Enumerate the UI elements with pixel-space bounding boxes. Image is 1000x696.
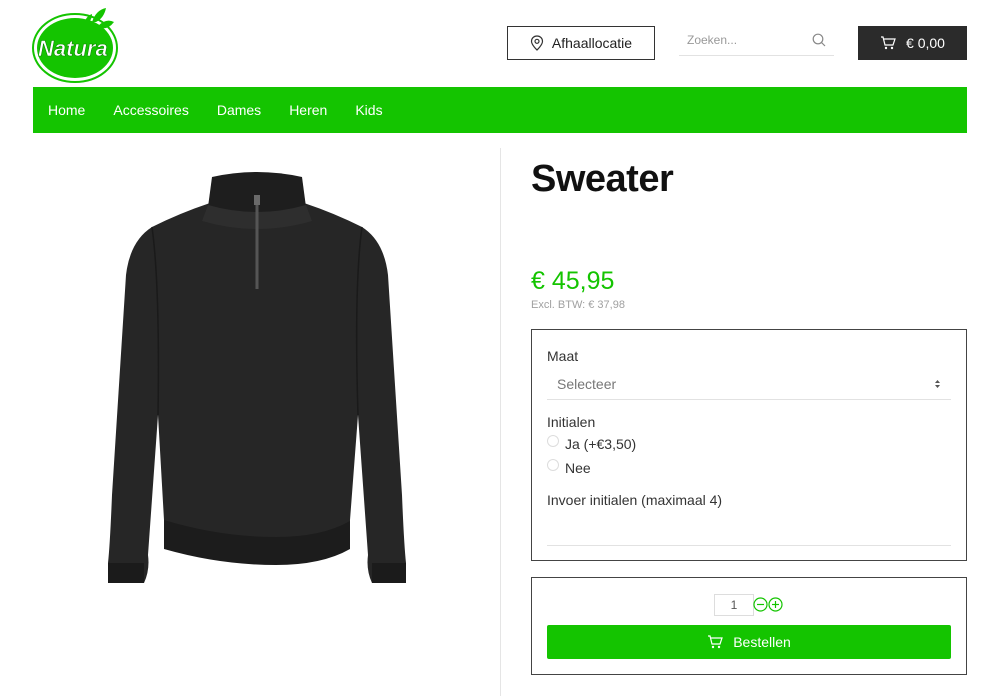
initials-label: Initialen xyxy=(547,414,596,430)
nav-item-kids[interactable]: Kids xyxy=(355,102,382,118)
nav-item-dames[interactable]: Dames xyxy=(217,102,261,118)
order-panel: Bestellen xyxy=(531,577,967,675)
size-select-value: Selecteer xyxy=(557,375,617,392)
svg-text:Natura: Natura xyxy=(38,36,108,61)
natura-logo[interactable]: Natura xyxy=(32,2,120,84)
select-arrows-icon xyxy=(935,379,940,388)
nav-item-home[interactable]: Home xyxy=(48,102,85,118)
initials-option-no-label: Nee xyxy=(565,460,591,476)
product-price-excl-vat: Excl. BTW: € 37,98 xyxy=(531,299,625,311)
radio-no[interactable] xyxy=(547,459,559,471)
search-input[interactable] xyxy=(687,32,797,47)
plus-circle-icon[interactable] xyxy=(768,597,783,612)
minus-circle-icon[interactable] xyxy=(753,597,768,612)
column-divider xyxy=(500,148,501,696)
nav-item-heren[interactable]: Heren xyxy=(289,102,327,118)
pickup-location-label: Afhaallocatie xyxy=(551,35,633,51)
order-button-label: Bestellen xyxy=(733,634,791,650)
product-price: € 45,95 xyxy=(531,267,615,295)
initials-option-yes[interactable]: Ja (+€3,50) xyxy=(547,435,637,452)
cart-icon xyxy=(881,36,896,50)
cart-icon xyxy=(708,635,724,649)
initials-input[interactable] xyxy=(547,516,951,546)
pickup-location-button[interactable]: Afhaallocatie xyxy=(507,26,655,60)
main-navigation: Home Accessoires Dames Heren Kids xyxy=(33,87,967,133)
cart-total: € 0,00 xyxy=(906,35,945,51)
size-label: Maat xyxy=(547,348,579,364)
radio-yes[interactable] xyxy=(547,435,559,447)
initials-input-label: Invoer initialen (maximaal 4) xyxy=(547,492,723,508)
product-image-sweater[interactable] xyxy=(100,165,415,590)
search-icon[interactable] xyxy=(812,33,826,47)
quantity-input[interactable] xyxy=(714,594,754,616)
search-box[interactable] xyxy=(679,24,834,56)
product-options-panel: Maat Selecteer Initialen Ja (+€3,50) Nee… xyxy=(531,329,967,561)
nav-item-accessoires[interactable]: Accessoires xyxy=(113,102,188,118)
map-pin-icon xyxy=(530,35,544,51)
initials-option-no[interactable]: Nee xyxy=(547,459,591,476)
initials-option-yes-label: Ja (+€3,50) xyxy=(565,436,637,452)
product-title: Sweater xyxy=(531,158,674,200)
order-button[interactable]: Bestellen xyxy=(547,625,951,659)
cart-button[interactable]: € 0,00 xyxy=(858,26,967,60)
size-select[interactable]: Selecteer xyxy=(547,368,951,400)
